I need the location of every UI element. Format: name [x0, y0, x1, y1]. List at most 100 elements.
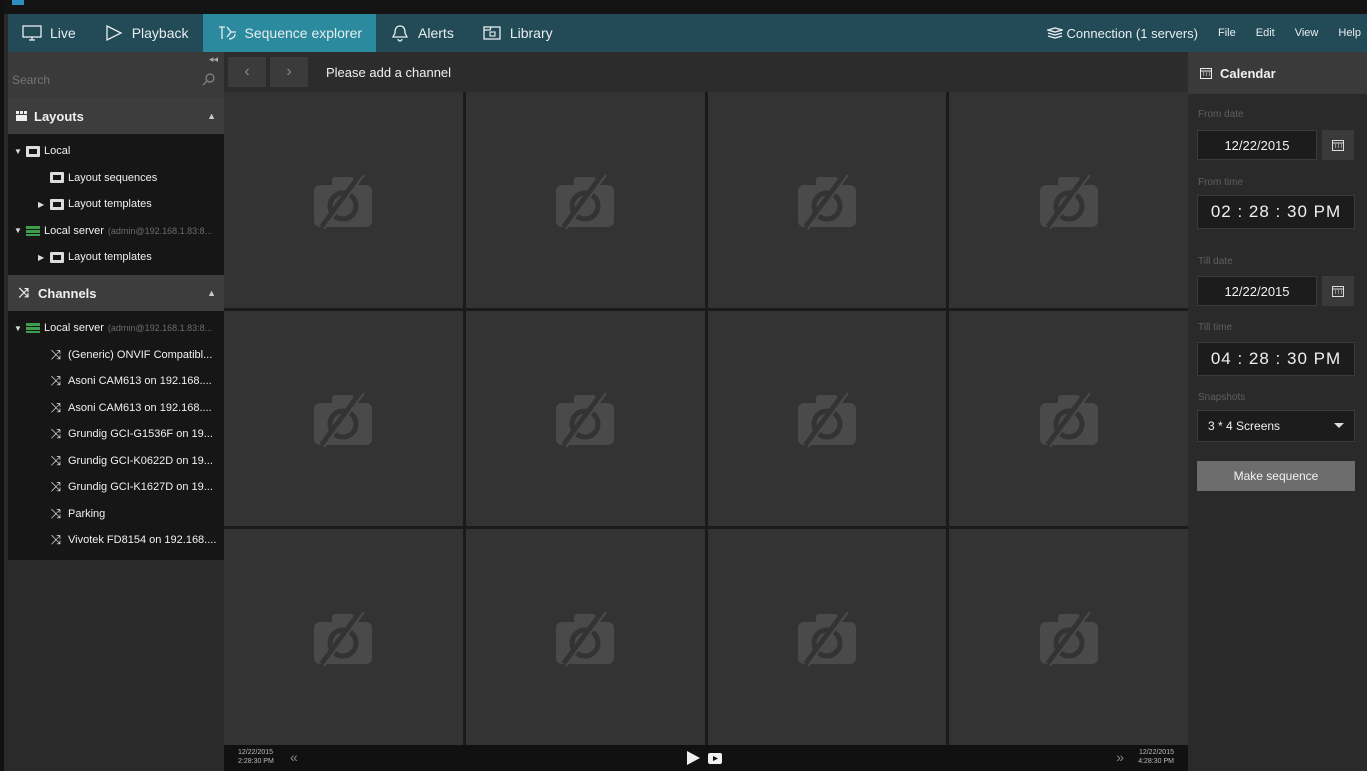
till-date-label: Till date [1198, 256, 1233, 267]
stack-icon [1046, 27, 1063, 39]
snapshot-button[interactable] [708, 753, 722, 764]
collapse-panel-icon[interactable]: ◂◂ [209, 54, 218, 65]
expand-down-icon[interactable]: ▼ [14, 147, 22, 156]
fast-forward-icon[interactable]: » [1116, 749, 1124, 765]
tree-item-local-server[interactable]: ▼ Local server (admin@192.168.1.83:8... [8, 218, 224, 245]
channel-item[interactable]: ⤨ Parking [8, 501, 224, 528]
snapshot-cell[interactable] [224, 92, 463, 308]
menu-edit[interactable]: Edit [1246, 27, 1285, 39]
expand-down-icon[interactable]: ▼ [14, 324, 22, 333]
tree-item-layout-sequences[interactable]: Layout sequences [8, 165, 224, 192]
calendar-header: Calendar [1188, 52, 1367, 94]
search-icon[interactable] [202, 72, 216, 86]
snapshot-cell[interactable] [949, 92, 1188, 308]
calendar-title: Calendar [1220, 65, 1276, 81]
snapshot-cell[interactable] [224, 310, 463, 527]
channel-item[interactable]: ⤨ Asoni CAM613 on 192.168.... [8, 395, 224, 422]
channel-item[interactable]: ⤨ Asoni CAM613 on 192.168.... [8, 368, 224, 395]
collapse-up-icon[interactable]: ▲ [207, 288, 216, 298]
search-input[interactable] [10, 68, 200, 92]
menu-view[interactable]: View [1285, 27, 1329, 39]
snapshot-cell[interactable] [707, 310, 947, 527]
tree-item-layout-templates[interactable]: ▶ Layout templates [8, 244, 224, 271]
rewind-icon[interactable]: « [290, 749, 298, 765]
tab-alerts-label: Alerts [418, 25, 454, 41]
tree-item-local[interactable]: ▼ Local [8, 138, 224, 165]
no-camera-icon [1039, 171, 1098, 230]
collapse-up-icon[interactable]: ▲ [207, 111, 216, 121]
timeline-end-date: 12/22/2015 [1138, 749, 1174, 756]
channel-item[interactable]: ⤨ Grundig GCI-K1627D on 19... [8, 474, 224, 501]
play-icon [106, 24, 123, 42]
channel-item[interactable]: ⤨ (Generic) ONVIF Compatibl... [8, 342, 224, 369]
expand-right-icon[interactable]: ▶ [38, 200, 46, 209]
chevron-right-icon: › [286, 63, 292, 80]
tab-playback[interactable]: Playback [90, 14, 203, 52]
calendar-icon [1200, 68, 1212, 79]
tab-sequence-explorer[interactable]: Sequence explorer [202, 14, 377, 52]
channels-header[interactable]: ⤨ Channels ▲ [8, 275, 224, 311]
snapshot-cell[interactable] [949, 529, 1188, 745]
no-camera-icon [1039, 389, 1098, 449]
chevron-left-icon: ‹ [244, 63, 250, 80]
from-date-picker-button[interactable] [1322, 130, 1354, 160]
channel-item[interactable]: ⤨ Vivotek FD8154 on 192.168.... [8, 527, 224, 554]
connection-label: Connection (1 servers) [1066, 25, 1199, 41]
channel-label: Parking [68, 507, 106, 520]
snapshots-select[interactable]: 3 * 4 Screens [1197, 410, 1355, 442]
from-time-field[interactable]: 02 : 28 : 30 PM [1197, 195, 1355, 229]
snapshot-cell[interactable] [465, 529, 705, 745]
till-date-picker-button[interactable] [1322, 276, 1354, 306]
status-message: Please add a channel [326, 64, 452, 80]
tree-item-layout-templates[interactable]: ▶ Layout templates [8, 191, 224, 218]
no-camera-icon [556, 608, 615, 667]
calendar-panel: Calendar From date 12/22/2015 From time … [1188, 52, 1367, 771]
search-box: ◂◂ [8, 52, 224, 98]
snapshot-grid [224, 92, 1188, 745]
menu-help[interactable]: Help [1328, 27, 1367, 39]
tab-live[interactable]: Live [8, 14, 90, 52]
tab-playback-label: Playback [131, 25, 189, 41]
snapshot-cell[interactable] [707, 529, 947, 745]
channels-title: Channels [38, 285, 97, 301]
tree-item-local-server[interactable]: ▼ Local server (admin@192.168.1.83:8... [8, 315, 224, 342]
menubar: Live Playback Sequence explorer Alerts L… [8, 14, 1367, 52]
channel-label: (Generic) ONVIF Compatibl... [68, 348, 213, 361]
no-camera-icon [797, 389, 856, 449]
menu-file[interactable]: File [1208, 27, 1246, 39]
next-button[interactable]: › [270, 57, 308, 87]
channel-label: Grundig GCI-K1627D on 19... [68, 481, 213, 494]
play-button[interactable] [686, 751, 700, 765]
snapshot-cell[interactable] [707, 92, 947, 308]
channel-icon: ⤨ [50, 505, 62, 521]
snapshot-cell[interactable] [465, 310, 705, 527]
tab-alerts[interactable]: Alerts [376, 14, 468, 52]
tab-library[interactable]: Library [468, 14, 567, 52]
till-time-field[interactable]: 04 : 28 : 30 PM [1197, 342, 1355, 376]
prev-button[interactable]: ‹ [228, 57, 266, 87]
make-sequence-button[interactable]: Make sequence [1197, 461, 1355, 491]
channel-label: Asoni CAM613 on 192.168.... [68, 401, 212, 414]
from-date-field[interactable]: 12/22/2015 [1197, 130, 1317, 160]
channel-item[interactable]: ⤨ Grundig GCI-G1536F on 19... [8, 421, 224, 448]
snapshots-label: Snapshots [1198, 392, 1246, 403]
snapshot-cell[interactable] [465, 92, 705, 308]
connection-button[interactable]: Connection (1 servers) [1046, 25, 1209, 41]
calendar-icon [1332, 286, 1344, 297]
expand-down-icon[interactable]: ▼ [14, 226, 22, 235]
channel-icon: ⤨ [50, 426, 62, 442]
layouts-header[interactable]: Layouts ▲ [8, 98, 224, 134]
channel-item[interactable]: ⤨ Grundig GCI-K0622D on 19... [8, 448, 224, 475]
channel-label: Asoni CAM613 on 192.168.... [68, 375, 212, 388]
till-time-label: Till time [1198, 322, 1233, 333]
till-date-field[interactable]: 12/22/2015 [1197, 276, 1317, 306]
expand-right-icon[interactable]: ▶ [38, 253, 46, 262]
snapshot-cell[interactable] [224, 529, 463, 745]
layouts-icon [16, 111, 27, 121]
channel-label: Grundig GCI-G1536F on 19... [68, 428, 213, 441]
server-icon [26, 225, 40, 236]
no-camera-icon [797, 608, 856, 667]
timeline-start-date: 12/22/2015 [238, 749, 274, 756]
tree-item-label: Local [44, 145, 71, 158]
snapshot-cell[interactable] [949, 310, 1188, 527]
